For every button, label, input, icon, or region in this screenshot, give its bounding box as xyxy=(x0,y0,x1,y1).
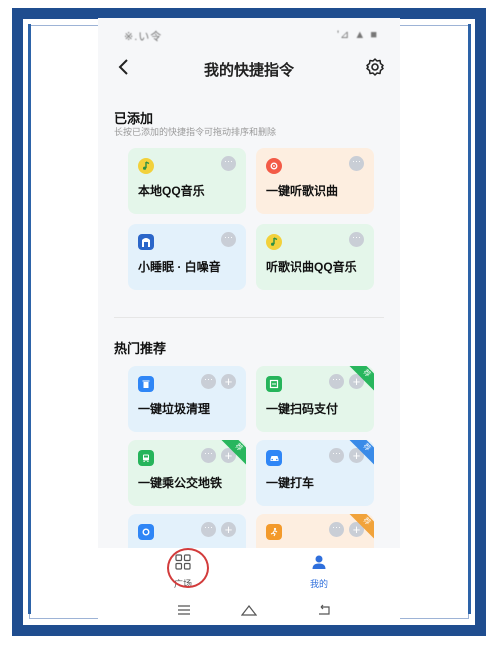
gear-icon xyxy=(366,58,384,76)
shortcut-card-taxi[interactable]: ··· + 荐 一键打车 xyxy=(256,440,374,506)
card-label: 一键打车 xyxy=(266,476,315,490)
section-divider xyxy=(114,317,384,318)
card-label: 一键听歌识曲 xyxy=(266,184,339,198)
trash-icon xyxy=(138,376,154,392)
card-label: 一键扫码支付 xyxy=(266,402,339,416)
more-button[interactable]: ··· xyxy=(201,522,216,537)
more-button[interactable]: ··· xyxy=(221,232,236,247)
shortcut-card-scan-pay[interactable]: ··· + 荐 一键扫码支付 xyxy=(256,366,374,432)
more-button[interactable]: ··· xyxy=(201,374,216,389)
frame-edge-right xyxy=(468,24,471,614)
shortcut-card-bus-metro[interactable]: ··· + 荐 一键乘公交地铁 xyxy=(128,440,246,506)
add-button[interactable]: + xyxy=(221,522,236,537)
more-button[interactable]: ··· xyxy=(349,232,364,247)
more-button[interactable]: ··· xyxy=(221,156,236,171)
nav-item-mine[interactable]: 我的 xyxy=(294,554,344,590)
page-title: 我的快捷指令 xyxy=(203,62,294,79)
home-icon xyxy=(240,605,258,616)
shortcut-card-local-qq-music[interactable]: ··· 本地QQ音乐 xyxy=(128,148,246,214)
user-icon xyxy=(312,555,326,569)
settings-icon xyxy=(138,524,154,540)
highlight-annotation xyxy=(167,548,209,588)
back-nav-button[interactable] xyxy=(316,603,332,617)
run-icon xyxy=(266,524,282,540)
frame-edge-left xyxy=(28,24,31,614)
shortcut-card-trash-clean[interactable]: ··· + 一键垃圾清理 xyxy=(128,366,246,432)
more-button[interactable]: ··· xyxy=(349,156,364,171)
more-button[interactable]: ··· xyxy=(201,448,216,463)
status-bar: ※.い令 '⊿ ▲ ■ xyxy=(98,18,400,46)
more-button[interactable]: ··· xyxy=(329,522,344,537)
card-label: 小睡眠 · 白噪音 xyxy=(138,260,221,274)
card-label: 一键乘公交地铁 xyxy=(138,476,223,490)
nav-label: 我的 xyxy=(309,579,328,589)
system-nav-bar xyxy=(98,598,400,622)
menu-button[interactable] xyxy=(176,603,192,617)
shortcut-card-song-recognition[interactable]: ··· 一键听歌识曲 xyxy=(256,148,374,214)
home-button[interactable] xyxy=(240,603,258,617)
more-button[interactable]: ··· xyxy=(329,374,344,389)
more-button[interactable]: ··· xyxy=(329,448,344,463)
card-label: 一键垃圾清理 xyxy=(138,402,211,416)
status-right: '⊿ ▲ ■ xyxy=(337,29,378,41)
header: 我的快捷指令 xyxy=(98,52,400,84)
qq-music-icon xyxy=(266,234,282,250)
added-section-subtitle: 长按已添加的快捷指令可拖动排序和删除 xyxy=(114,127,277,137)
bus-icon xyxy=(138,450,154,466)
status-left: ※.い令 xyxy=(124,31,163,43)
music-recognize-icon xyxy=(266,158,282,174)
qq-music-icon xyxy=(138,158,154,174)
menu-icon xyxy=(178,605,190,615)
return-icon xyxy=(319,604,330,615)
card-label: 听歌识曲QQ音乐 xyxy=(266,260,357,274)
phone-screen: ※.い令 '⊿ ▲ ■ 我的快捷指令 已添加 长按已添加的快捷指令可拖动排序和删… xyxy=(98,18,400,622)
add-button[interactable]: + xyxy=(221,374,236,389)
shortcut-card-sleep-white-noise[interactable]: ··· 小睡眠 · 白噪音 xyxy=(128,224,246,290)
shortcut-card-recognize-qq-music[interactable]: ··· 听歌识曲QQ音乐 xyxy=(256,224,374,290)
card-label: 本地QQ音乐 xyxy=(138,184,205,198)
sleep-icon xyxy=(138,234,154,250)
settings-button[interactable] xyxy=(364,56,386,78)
hot-section-title: 热门推荐 xyxy=(114,341,167,356)
car-icon xyxy=(266,450,282,466)
bottom-nav: 广场 我的 xyxy=(98,548,400,598)
scan-pay-icon xyxy=(266,376,282,392)
